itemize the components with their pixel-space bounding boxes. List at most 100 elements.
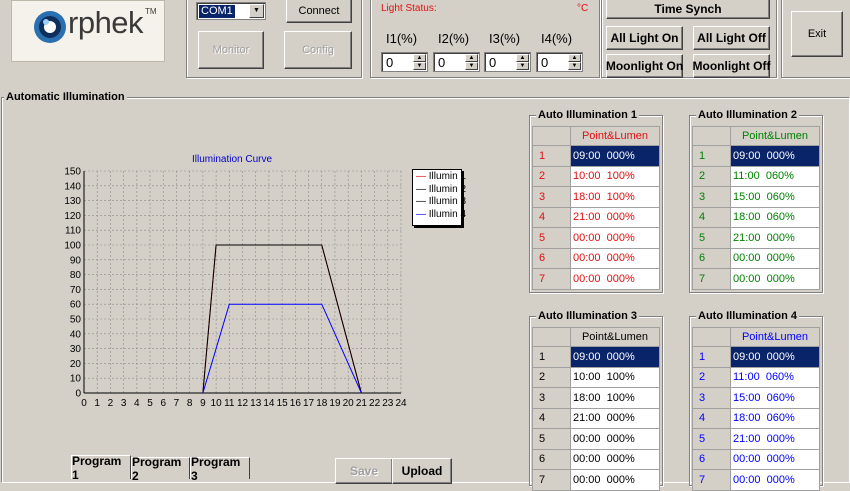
point-lumen-cell[interactable]: 00:00 000% (730, 247, 820, 269)
point-lumen-cell[interactable]: 00:00 000% (730, 469, 820, 491)
monitor-button[interactable]: Monitor (198, 31, 264, 69)
row-number[interactable]: 2 (692, 366, 731, 388)
point-lumen-cell[interactable]: 00:00 000% (570, 227, 660, 249)
point-lumen-cell[interactable]: 00:00 000% (570, 469, 660, 491)
table-row[interactable]: 5 00:00 000% (532, 428, 660, 450)
table-row[interactable]: 3 15:00 060% (692, 387, 820, 409)
row-number[interactable]: 6 (692, 448, 731, 470)
row-number[interactable]: 4 (692, 407, 731, 429)
table-row[interactable]: 3 15:00 060% (692, 186, 820, 208)
row-number[interactable]: 1 (532, 145, 571, 167)
point-lumen-cell[interactable]: 00:00 000% (570, 247, 660, 269)
row-number[interactable]: 7 (532, 268, 571, 290)
table-row[interactable]: 4 18:00 060% (692, 407, 820, 429)
spin-down-icon[interactable]: ▼ (516, 62, 529, 70)
save-button[interactable]: Save (335, 458, 393, 484)
tab-program-3[interactable]: Program 3 (190, 455, 250, 483)
row-number[interactable]: 3 (692, 186, 731, 208)
spinner-i1[interactable]: 0 ▲ ▼ (381, 52, 428, 72)
connect-button[interactable]: Connect (286, 0, 352, 23)
table-row[interactable]: 1 09:00 000% (692, 346, 820, 368)
chevron-down-icon[interactable]: ▼ (249, 4, 264, 18)
point-lumen-cell[interactable]: 10:00 100% (570, 366, 660, 388)
point-lumen-cell[interactable]: 21:00 000% (570, 407, 660, 429)
table-row[interactable]: 4 18:00 060% (692, 206, 820, 228)
table-row[interactable]: 5 21:00 000% (692, 428, 820, 450)
row-number[interactable]: 5 (532, 428, 571, 450)
row-number[interactable]: 2 (532, 165, 571, 187)
point-lumen-cell[interactable]: 00:00 000% (570, 428, 660, 450)
row-number[interactable]: 5 (532, 227, 571, 249)
spin-up-icon[interactable]: ▲ (465, 54, 478, 62)
row-number[interactable]: 3 (532, 186, 571, 208)
table-row[interactable]: 5 00:00 000% (532, 227, 660, 249)
row-number[interactable]: 1 (532, 346, 571, 368)
config-button[interactable]: Config (284, 31, 352, 69)
moonlight-on-button[interactable]: Moonlight On (606, 54, 683, 78)
point-lumen-cell[interactable]: 09:00 000% (730, 346, 820, 368)
table-row[interactable]: 6 00:00 000% (692, 448, 820, 470)
row-number[interactable]: 6 (692, 247, 731, 269)
point-lumen-cell[interactable]: 18:00 060% (730, 206, 820, 228)
spinner-i1-value[interactable]: 0 (386, 55, 393, 70)
point-lumen-cell[interactable]: 10:00 100% (570, 165, 660, 187)
spin-up-icon[interactable]: ▲ (568, 54, 581, 62)
row-number[interactable]: 5 (692, 227, 731, 249)
row-number[interactable]: 7 (692, 268, 731, 290)
row-number[interactable]: 3 (692, 387, 731, 409)
table-row[interactable]: 5 21:00 000% (692, 227, 820, 249)
point-lumen-cell[interactable]: 18:00 100% (570, 186, 660, 208)
row-number[interactable]: 4 (532, 206, 571, 228)
table-row[interactable]: 4 21:00 000% (532, 206, 660, 228)
table-row[interactable]: 2 10:00 100% (532, 366, 660, 388)
table-row[interactable]: 3 18:00 100% (532, 186, 660, 208)
table-row[interactable]: 7 00:00 000% (692, 268, 820, 290)
table-row[interactable]: 6 00:00 000% (692, 247, 820, 269)
spin-up-icon[interactable]: ▲ (413, 54, 426, 62)
table-row[interactable]: 2 11:00 060% (692, 366, 820, 388)
spin-down-icon[interactable]: ▼ (413, 62, 426, 70)
point-lumen-cell[interactable]: 15:00 060% (730, 387, 820, 409)
time-synch-button[interactable]: Time Synch (606, 0, 770, 19)
spin-down-icon[interactable]: ▼ (568, 62, 581, 70)
row-number[interactable]: 2 (692, 165, 731, 187)
spinner-i2[interactable]: 0 ▲ ▼ (433, 52, 480, 72)
row-number[interactable]: 6 (532, 448, 571, 470)
point-lumen-cell[interactable]: 00:00 000% (570, 448, 660, 470)
point-lumen-cell[interactable]: 00:00 000% (570, 268, 660, 290)
spinner-i4-value[interactable]: 0 (541, 55, 548, 70)
row-number[interactable]: 2 (532, 366, 571, 388)
table-row[interactable]: 1 09:00 000% (532, 346, 660, 368)
spinner-i3-value[interactable]: 0 (489, 55, 496, 70)
row-number[interactable]: 1 (692, 145, 731, 167)
upload-button[interactable]: Upload (392, 458, 452, 484)
spin-up-icon[interactable]: ▲ (516, 54, 529, 62)
point-lumen-cell[interactable]: 21:00 000% (570, 206, 660, 228)
point-lumen-cell[interactable]: 18:00 100% (570, 387, 660, 409)
point-lumen-cell[interactable]: 11:00 060% (730, 366, 820, 388)
tab-program-2[interactable]: Program 2 (131, 455, 190, 483)
table-row[interactable]: 7 00:00 000% (532, 469, 660, 491)
moonlight-off-button[interactable]: Moonlight Off (693, 54, 771, 78)
row-number[interactable]: 1 (692, 346, 731, 368)
row-number[interactable]: 3 (532, 387, 571, 409)
row-number[interactable]: 4 (532, 407, 571, 429)
spinner-i3[interactable]: 0 ▲ ▼ (484, 52, 531, 72)
point-lumen-cell[interactable]: 15:00 060% (730, 186, 820, 208)
all-light-on-button[interactable]: All Light On (606, 26, 683, 50)
point-lumen-cell[interactable]: 21:00 000% (730, 227, 820, 249)
row-number[interactable]: 7 (532, 469, 571, 491)
point-lumen-cell[interactable]: 00:00 000% (730, 268, 820, 290)
all-light-off-button[interactable]: All Light Off (693, 26, 770, 50)
table-row[interactable]: 1 09:00 000% (692, 145, 820, 167)
spinner-i2-value[interactable]: 0 (438, 55, 445, 70)
table-row[interactable]: 7 00:00 000% (692, 469, 820, 491)
spinner-i4[interactable]: 0 ▲ ▼ (536, 52, 583, 72)
table-row[interactable]: 1 09:00 000% (532, 145, 660, 167)
table-row[interactable]: 7 00:00 000% (532, 268, 660, 290)
point-lumen-cell[interactable]: 21:00 000% (730, 428, 820, 450)
table-row[interactable]: 3 18:00 100% (532, 387, 660, 409)
table-row[interactable]: 2 10:00 100% (532, 165, 660, 187)
table-row[interactable]: 6 00:00 000% (532, 247, 660, 269)
exit-button[interactable]: Exit (791, 11, 843, 57)
